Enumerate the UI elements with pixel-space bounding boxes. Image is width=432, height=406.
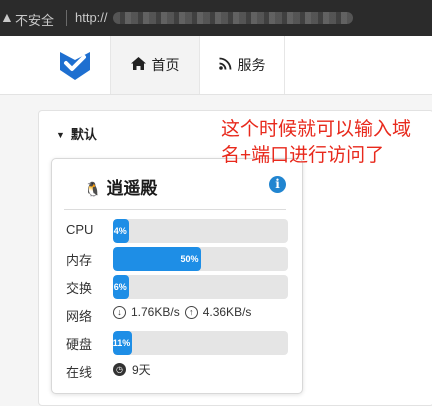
disk-label: 硬盘 — [66, 337, 93, 352]
cpu-percent: 4% — [113, 226, 127, 236]
swap-progress: 6% — [113, 275, 288, 299]
network-label: 网络 — [66, 309, 93, 324]
server-name: 🐧 逍遥殿 — [84, 174, 157, 199]
logo-icon[interactable] — [58, 48, 92, 82]
warning-icon: ▲ — [0, 9, 14, 25]
arrow-down-icon: ↓ — [113, 305, 126, 319]
cpu-label: CPU — [66, 222, 94, 237]
tab-services[interactable]: 服务 — [200, 36, 285, 94]
memory-percent: 50% — [180, 254, 199, 264]
tab-services-label: 服务 — [237, 57, 266, 73]
swap-progress-fill: 6% — [113, 275, 129, 299]
tab-home-label: 首页 — [151, 57, 180, 73]
arrow-up-icon: ↑ — [184, 305, 198, 319]
network-speed: ↓ 1.76KB/s ↑ 4.36KB/s — [113, 305, 251, 319]
swap-label: 交换 — [66, 281, 93, 296]
redacted-url — [113, 12, 353, 24]
divider — [64, 209, 286, 210]
uptime-value: 9天 — [132, 363, 151, 377]
uptime: ◷ 9天 — [113, 361, 151, 378]
memory-label: 内存 — [66, 253, 93, 268]
linux-penguin-icon: 🐧 — [84, 181, 102, 197]
group-title: 默认 — [70, 127, 97, 142]
download-speed: 1.76KB/s — [131, 305, 180, 319]
cpu-progress: 4% — [113, 219, 288, 243]
tab-home[interactable]: 首页 — [110, 36, 200, 94]
info-icon[interactable]: i — [269, 176, 286, 193]
url-text[interactable]: http:// — [75, 10, 108, 25]
disk-progress: 11% — [113, 331, 288, 355]
disk-percent: 11% — [113, 338, 131, 348]
rss-icon — [218, 57, 232, 74]
uptime-label: 在线 — [66, 365, 93, 380]
swap-percent: 6% — [113, 282, 127, 292]
cpu-progress-fill: 4% — [113, 219, 129, 243]
top-nav: 首页 服务 — [0, 36, 432, 95]
caret-down-icon: ▼ — [56, 130, 65, 140]
memory-progress-fill: 50% — [113, 247, 201, 271]
group-header[interactable]: ▼ 默认 — [56, 124, 97, 143]
memory-progress: 50% — [113, 247, 288, 271]
address-bar[interactable]: ▲ 不安全 http:// — [0, 0, 432, 36]
divider — [66, 10, 67, 26]
security-label[interactable]: 不安全 — [15, 10, 54, 29]
home-icon — [130, 56, 146, 74]
upload-speed: 4.36KB/s — [202, 305, 252, 319]
annotation-text: 这个时候就可以输入域名+端口进行访问了 — [221, 119, 412, 166]
server-name-text: 逍遥殿 — [106, 179, 158, 198]
disk-progress-fill: 11% — [113, 331, 133, 355]
clock-icon: ◷ — [113, 363, 126, 376]
